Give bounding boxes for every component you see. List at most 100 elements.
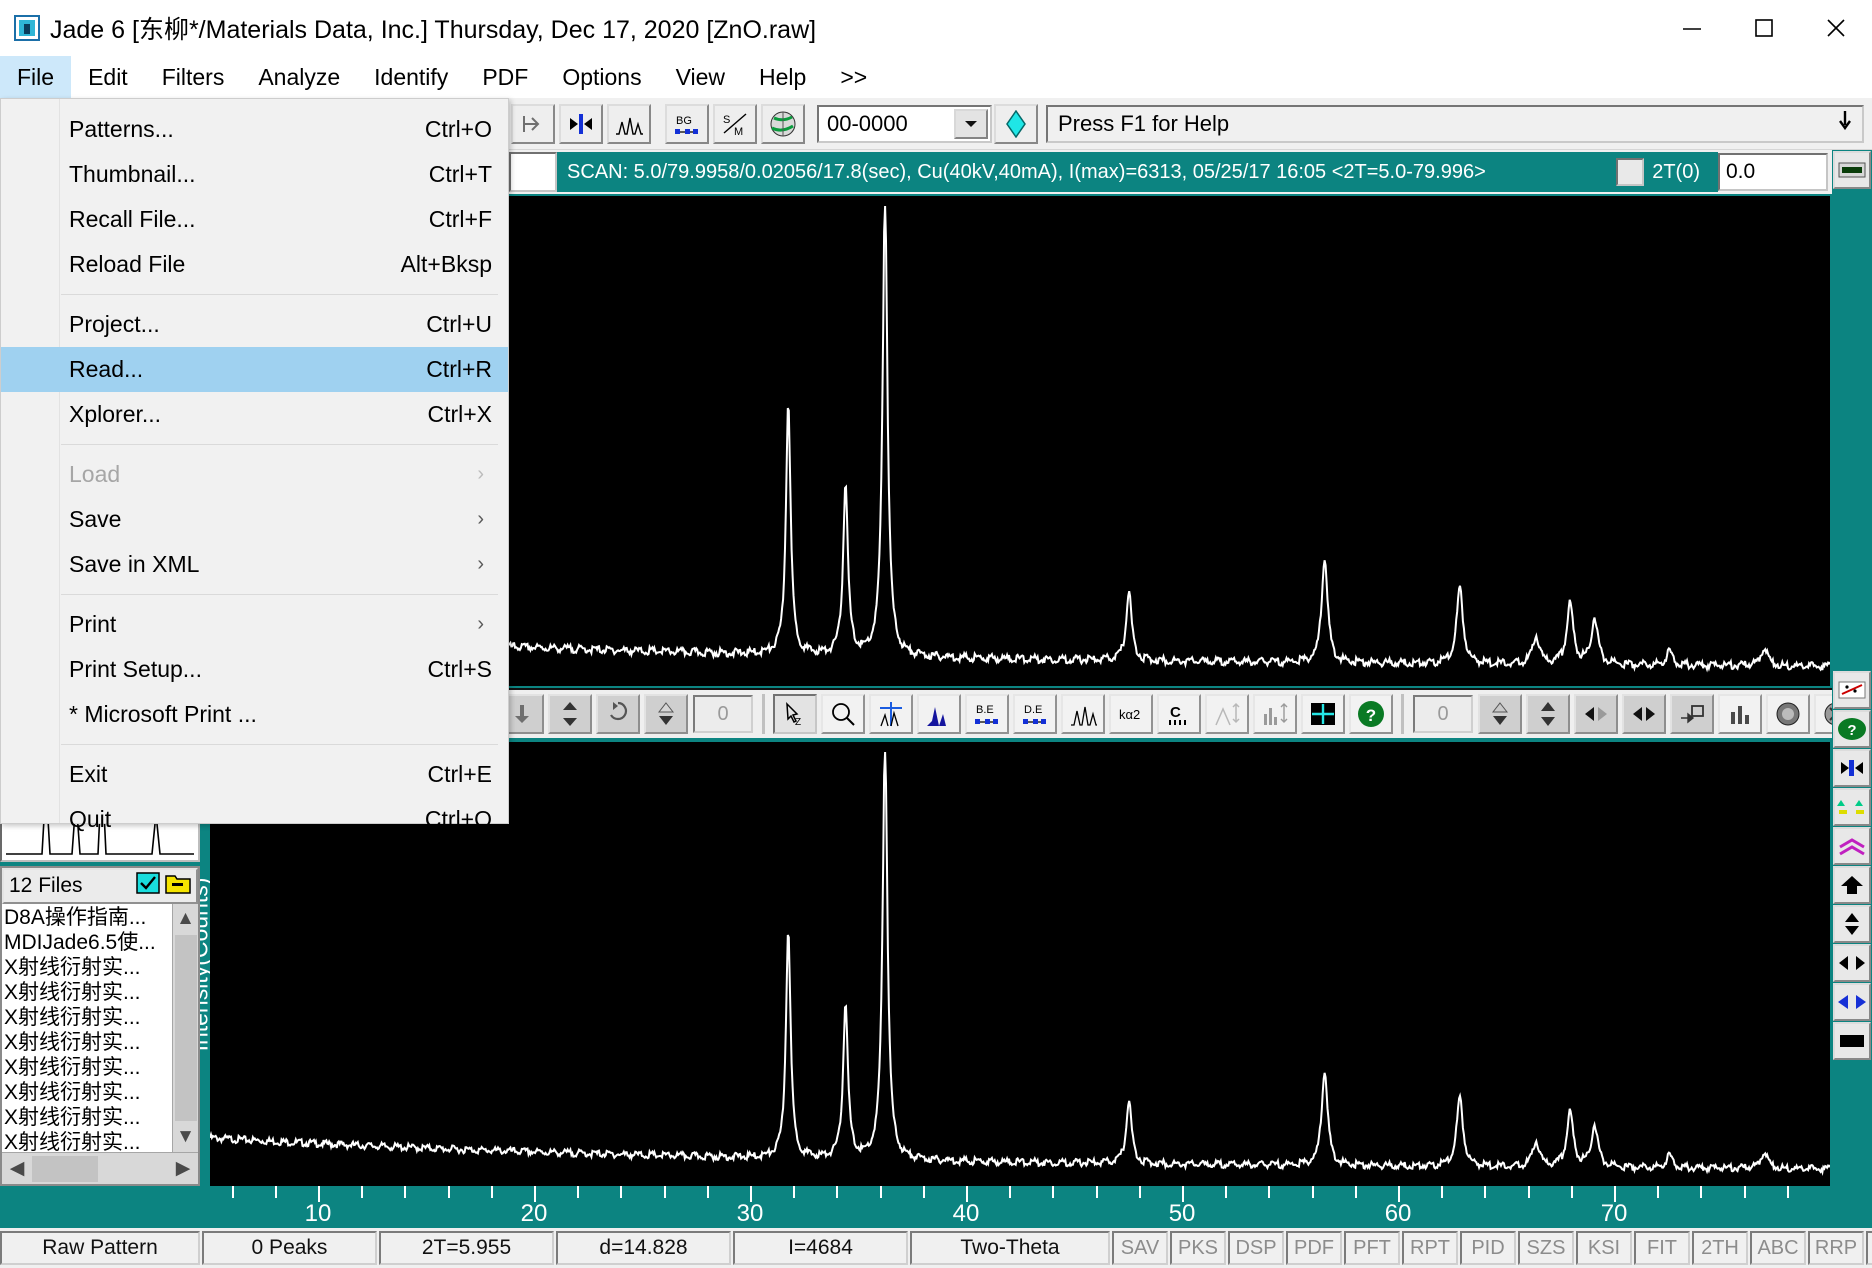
pattern-sphere-icon[interactable] (1766, 694, 1810, 734)
menu-item-xplorer[interactable]: Xplorer...Ctrl+X (1, 392, 508, 437)
menubar-item-pdf[interactable]: PDF (465, 56, 545, 98)
list-item[interactable]: X射线衍射实... (4, 1105, 172, 1130)
left-right-blue-icon[interactable] (1833, 983, 1871, 1021)
status-toggle-ksi[interactable]: KSI (1576, 1231, 1632, 1265)
background-bg-icon[interactable]: BG (665, 104, 709, 144)
smooth-sm-icon[interactable]: S M (713, 104, 757, 144)
minimize-icon[interactable] (1656, 0, 1728, 56)
menubar-item-edit[interactable]: Edit (71, 56, 145, 98)
menu-item-microsoft-print[interactable]: * Microsoft Print ... (1, 692, 508, 737)
status-toggle-sav[interactable]: SAV (1112, 1231, 1168, 1265)
close-icon[interactable] (1800, 0, 1872, 56)
menubar-item-[interactable]: >> (823, 56, 884, 98)
magnifier-icon[interactable] (821, 694, 865, 734)
grid-crosshair-icon[interactable] (1301, 694, 1345, 734)
peak-position-icon[interactable] (869, 694, 913, 734)
edit-line-icon[interactable] (1833, 671, 1871, 709)
status-toggle-rrp[interactable]: RRP (1808, 1231, 1864, 1265)
menu-item-recall-file[interactable]: Recall File...Ctrl+F (1, 197, 508, 242)
chevron-double-up-icon[interactable] (1833, 827, 1871, 865)
bars-icon[interactable] (1718, 694, 1762, 734)
menubar-item-identify[interactable]: Identify (357, 56, 465, 98)
menu-item-thumbnail[interactable]: Thumbnail...Ctrl+T (1, 152, 508, 197)
menu-item-quit[interactable]: QuitCtrl+Q (1, 797, 508, 842)
files-list[interactable]: D8A操作指南...MDIJade6.5使...X射线衍射实...X射线衍射实.… (2, 904, 172, 1152)
menu-item-exit[interactable]: ExitCtrl+E (1, 752, 508, 797)
status-toggle-pdf[interactable]: PDF (1286, 1231, 1342, 1265)
status-toggle-lo[interactable]: LO (1866, 1231, 1872, 1265)
menu-item-save[interactable]: Save› (1, 497, 508, 542)
horizontal-scroll-thumb[interactable] (32, 1156, 98, 1182)
display-bar-icon[interactable] (1833, 151, 1871, 189)
menubar-item-file[interactable]: File (0, 56, 71, 98)
crystallite-icon[interactable]: C (1157, 694, 1201, 734)
arrow-down-icon[interactable] (1838, 110, 1852, 138)
menu-item-print-setup[interactable]: Print Setup...Ctrl+S (1, 647, 508, 692)
gem-diamond-icon[interactable] (994, 104, 1038, 144)
list-item[interactable]: MDIJade6.5使... (4, 930, 172, 955)
help-hint-bar[interactable]: Press F1 for Help (1046, 105, 1864, 143)
pan-move-icon[interactable] (1833, 749, 1871, 787)
cursor-zoom-icon[interactable]: Z (773, 694, 817, 734)
chevron-right-icon[interactable]: ▶ (168, 1157, 198, 1180)
scan-checkbox[interactable] (1616, 158, 1644, 186)
status-toggle-rpt[interactable]: RPT (1402, 1231, 1458, 1265)
menu-item-read[interactable]: Read...Ctrl+R (1, 347, 508, 392)
status-toggle-pks[interactable]: PKS (1170, 1231, 1226, 1265)
list-item[interactable]: X射线衍射实... (4, 955, 172, 980)
status-toggle-fit[interactable]: FIT (1634, 1231, 1690, 1265)
black-bar-icon[interactable] (1833, 1022, 1871, 1060)
status-toggle-pft[interactable]: PFT (1344, 1231, 1400, 1265)
menu-item-patterns[interactable]: Patterns...Ctrl+O (1, 107, 508, 152)
maximize-icon[interactable] (1728, 0, 1800, 56)
status-toggle-abc[interactable]: ABC (1750, 1231, 1806, 1265)
move-horizontal-icon[interactable] (559, 104, 603, 144)
data-edit-icon[interactable]: D.E (1013, 694, 1057, 734)
phase-sphere-icon[interactable] (761, 104, 805, 144)
list-item[interactable]: X射线衍射实... (4, 1055, 172, 1080)
scroll-right-icon[interactable] (1622, 694, 1666, 734)
list-item[interactable]: X射线衍射实... (4, 1130, 172, 1152)
mid-left-counter[interactable]: 0 (693, 695, 753, 733)
status-toggle-szs[interactable]: SZS (1518, 1231, 1574, 1265)
scroll-vertical-alt-icon[interactable] (1526, 694, 1570, 734)
twotheta-zero-input[interactable]: 0.0 (1718, 153, 1828, 191)
menubar-item-options[interactable]: Options (545, 56, 658, 98)
vertical-scale-icon[interactable] (644, 694, 688, 734)
chevron-left-icon[interactable]: ◀ (2, 1157, 32, 1180)
menu-item-reload-file[interactable]: Reload FileAlt+Bksp (1, 242, 508, 287)
refresh-cycle-icon[interactable] (596, 694, 640, 734)
peaks-move-icon[interactable] (1833, 788, 1871, 826)
chevron-down-icon[interactable] (954, 109, 988, 139)
arrow-up-icon[interactable] (1833, 866, 1871, 904)
vertical-expand-icon[interactable] (1833, 905, 1871, 943)
list-item[interactable]: X射线衍射实... (4, 1005, 172, 1030)
menu-item-print[interactable]: Print› (1, 602, 508, 647)
pdf-card-combo[interactable]: 00-0000 (817, 105, 992, 143)
chevron-up-icon[interactable]: ▲ (176, 904, 195, 934)
background-edit-icon[interactable]: B.E (965, 694, 1009, 734)
page-left-icon[interactable] (511, 104, 555, 144)
chevron-down-icon[interactable]: ▼ (176, 1122, 195, 1152)
mid-right-counter[interactable]: 0 (1413, 695, 1473, 733)
profile-fit-icon[interactable] (1061, 694, 1105, 734)
files-horizontal-scrollbar[interactable]: ◀ ▶ (2, 1152, 198, 1184)
scroll-vertical-icon[interactable] (1478, 694, 1522, 734)
scan-left-field[interactable] (509, 152, 557, 192)
menu-item-save-in-xml[interactable]: Save in XML› (1, 542, 508, 587)
list-item[interactable]: D8A操作指南... (4, 905, 172, 930)
status-toggle-pid[interactable]: PID (1460, 1231, 1516, 1265)
menubar-item-help[interactable]: Help (742, 56, 823, 98)
menu-item-project[interactable]: Project...Ctrl+U (1, 302, 508, 347)
scroll-left-icon[interactable] (1574, 694, 1618, 734)
status-toggle-2th[interactable]: 2TH (1692, 1231, 1748, 1265)
help-green-icon[interactable]: ? (1349, 694, 1393, 734)
folder-minus-icon[interactable] (165, 871, 191, 901)
vertical-spin-icon[interactable] (548, 694, 592, 734)
help-green-icon[interactable]: ? (1833, 710, 1871, 748)
autoscale-icon[interactable] (1205, 694, 1249, 734)
files-vertical-scrollbar[interactable]: ▲ ▼ (172, 904, 198, 1152)
menubar-item-filters[interactable]: Filters (145, 56, 242, 98)
list-item[interactable]: X射线衍射实... (4, 1030, 172, 1055)
status-toggle-dsp[interactable]: DSP (1228, 1231, 1284, 1265)
